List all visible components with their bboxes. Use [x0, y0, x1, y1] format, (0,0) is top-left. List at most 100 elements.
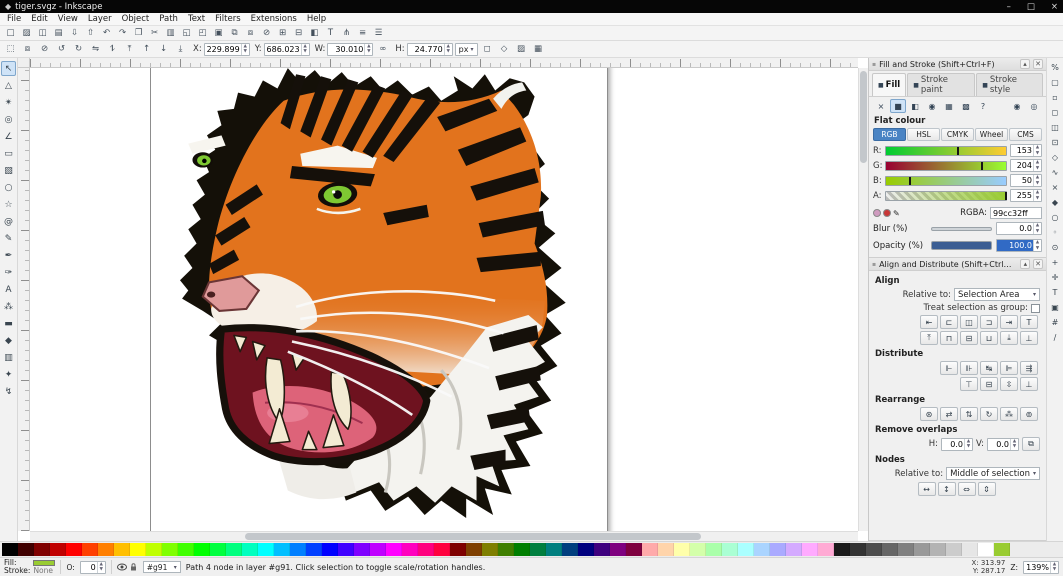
print-icon[interactable]: ▤ — [51, 27, 66, 40]
palette-swatch[interactable] — [370, 543, 386, 556]
color-tab-cms[interactable]: CMS — [1009, 128, 1042, 141]
cms-swatch-icon[interactable] — [873, 209, 881, 217]
zoom-to-selection-icon[interactable]: ◰ — [195, 27, 210, 40]
lower-to-bottom-icon[interactable]: ⤓ — [173, 43, 188, 56]
select-all-icon[interactable]: ⬚ — [3, 43, 18, 56]
palette-swatch[interactable] — [962, 543, 978, 556]
affect-stroke-icon[interactable]: ◻ — [480, 43, 495, 56]
color-tab-hsl[interactable]: HSL — [907, 128, 940, 141]
paint-swatch[interactable]: ▩ — [958, 99, 974, 113]
spin-a[interactable]: ▲▼ — [1010, 189, 1042, 202]
affect-corners-icon[interactable]: ◇ — [497, 43, 512, 56]
snap-text-baseline-icon[interactable]: T — [1048, 286, 1062, 299]
distribute-nodes-vertically[interactable]: ⇕ — [978, 482, 996, 496]
palette-swatch[interactable] — [338, 543, 354, 556]
palette-swatch[interactable] — [674, 543, 690, 556]
distribute-bottom-edges[interactable]: ⊥ — [1020, 377, 1038, 391]
tool-pencil[interactable]: ✎ — [1, 231, 16, 246]
tool-eraser[interactable]: ▬ — [1, 316, 16, 331]
snap-page-border-icon[interactable]: ▣ — [1048, 301, 1062, 314]
unclump[interactable]: ⊚ — [1020, 407, 1038, 421]
snap-bbox-centers-icon[interactable]: ⊡ — [1048, 136, 1062, 149]
remove-overlaps-button[interactable]: ⧉ — [1022, 437, 1040, 451]
palette-swatch[interactable] — [658, 543, 674, 556]
palette-swatch[interactable] — [226, 543, 242, 556]
save-document-icon[interactable]: ◫ — [35, 27, 50, 40]
close-button[interactable]: × — [1051, 2, 1058, 12]
snap-object-centers-icon[interactable]: + — [1048, 256, 1062, 269]
spin-g[interactable]: ▲▼ — [1010, 159, 1042, 172]
palette-swatch[interactable] — [498, 543, 514, 556]
menu-help[interactable]: Help — [302, 14, 331, 24]
paint-unknown[interactable]: ? — [975, 99, 991, 113]
paint-radial-gradient[interactable]: ◉ — [924, 99, 940, 113]
align-top-out[interactable]: ⤒ — [920, 331, 938, 345]
gamut-swatch-icon[interactable] — [883, 209, 891, 217]
snap-guides-icon[interactable]: ∕ — [1048, 331, 1062, 344]
tool-dropper[interactable]: ✦ — [1, 367, 16, 382]
slider-b[interactable] — [885, 176, 1007, 186]
rotate-cw-icon[interactable]: ↻ — [71, 43, 86, 56]
snap-rotation-centers-icon[interactable]: ✛ — [1048, 271, 1062, 284]
slider-a[interactable] — [885, 191, 1007, 201]
layer-lock-icon[interactable] — [129, 562, 138, 572]
distribute-remove-gaps-horizontal[interactable]: ⇶ — [1020, 361, 1038, 375]
treat-as-group-checkbox[interactable] — [1031, 304, 1040, 313]
palette-swatch[interactable] — [594, 543, 610, 556]
undo-icon[interactable]: ↶ — [99, 27, 114, 40]
raise-to-top-icon[interactable]: ⤒ — [122, 43, 137, 56]
palette-swatch[interactable] — [642, 543, 658, 556]
tool-spiral[interactable]: @ — [1, 214, 16, 229]
vertical-ruler[interactable] — [18, 68, 30, 531]
distribute-nodes-horizontally[interactable]: ⇔ — [958, 482, 976, 496]
palette-swatch[interactable] — [786, 543, 802, 556]
paint-linear-gradient[interactable]: ◧ — [907, 99, 923, 113]
tool-star[interactable]: ☆ — [1, 197, 16, 212]
snap-intersections-icon[interactable]: × — [1048, 181, 1062, 194]
tool-spray[interactable]: ⁂ — [1, 299, 16, 314]
snap-midpoints-icon[interactable]: ◦ — [1048, 226, 1062, 239]
palette-swatch[interactable] — [66, 543, 82, 556]
palette-swatch[interactable] — [882, 543, 898, 556]
palette-swatch[interactable] — [562, 543, 578, 556]
tool-bezier-pen[interactable]: ✒ — [1, 248, 16, 263]
palette-swatch[interactable] — [834, 543, 850, 556]
y-spinbox[interactable]: ▲▼ — [264, 43, 310, 56]
tool-node-editor[interactable]: △ — [1, 78, 16, 93]
palette-swatch[interactable] — [130, 543, 146, 556]
export-icon[interactable]: ⇧ — [83, 27, 98, 40]
palette-swatch[interactable] — [34, 543, 50, 556]
rotate-ccw-icon[interactable]: ↺ — [54, 43, 69, 56]
align-right-in[interactable]: ⊐ — [980, 315, 998, 329]
affect-patterns-icon[interactable]: ▦ — [531, 43, 546, 56]
menu-edit[interactable]: Edit — [26, 14, 52, 24]
palette-swatch[interactable] — [530, 543, 546, 556]
unlink-clone-icon[interactable]: ⊘ — [259, 27, 274, 40]
align-text-horizontal[interactable]: T — [1020, 315, 1038, 329]
tool-calligraphy[interactable]: ✑ — [1, 265, 16, 280]
blur-spinbox[interactable]: ▲▼ — [996, 222, 1042, 235]
palette-swatch[interactable] — [818, 543, 834, 556]
align-right-out[interactable]: ⇥ — [1000, 315, 1018, 329]
palette-swatch[interactable] — [306, 543, 322, 556]
fill-stroke-indicator[interactable]: Fill: Stroke: None — [4, 559, 55, 575]
palette-swatch[interactable] — [946, 543, 962, 556]
palette-swatch[interactable] — [434, 543, 450, 556]
lower-icon[interactable]: ↓ — [156, 43, 171, 56]
palette-swatch[interactable] — [610, 543, 626, 556]
canvas[interactable] — [30, 68, 858, 531]
palette-swatch[interactable] — [466, 543, 482, 556]
horizontal-ruler[interactable] — [30, 58, 858, 68]
align-left-out[interactable]: ⇤ — [920, 315, 938, 329]
horizontal-scrollbar-thumb[interactable] — [245, 533, 700, 540]
paint-none[interactable]: × — [873, 99, 889, 113]
palette-swatch[interactable] — [546, 543, 562, 556]
import-icon[interactable]: ⇩ — [67, 27, 82, 40]
palette-swatch[interactable] — [146, 543, 162, 556]
palette-swatch[interactable] — [98, 543, 114, 556]
menu-extensions[interactable]: Extensions — [246, 14, 302, 24]
panel-collapse-button[interactable]: ▴ — [1020, 59, 1030, 69]
palette-swatch[interactable] — [354, 543, 370, 556]
tool-tweak[interactable]: ✴ — [1, 95, 16, 110]
palette-swatch[interactable] — [706, 543, 722, 556]
